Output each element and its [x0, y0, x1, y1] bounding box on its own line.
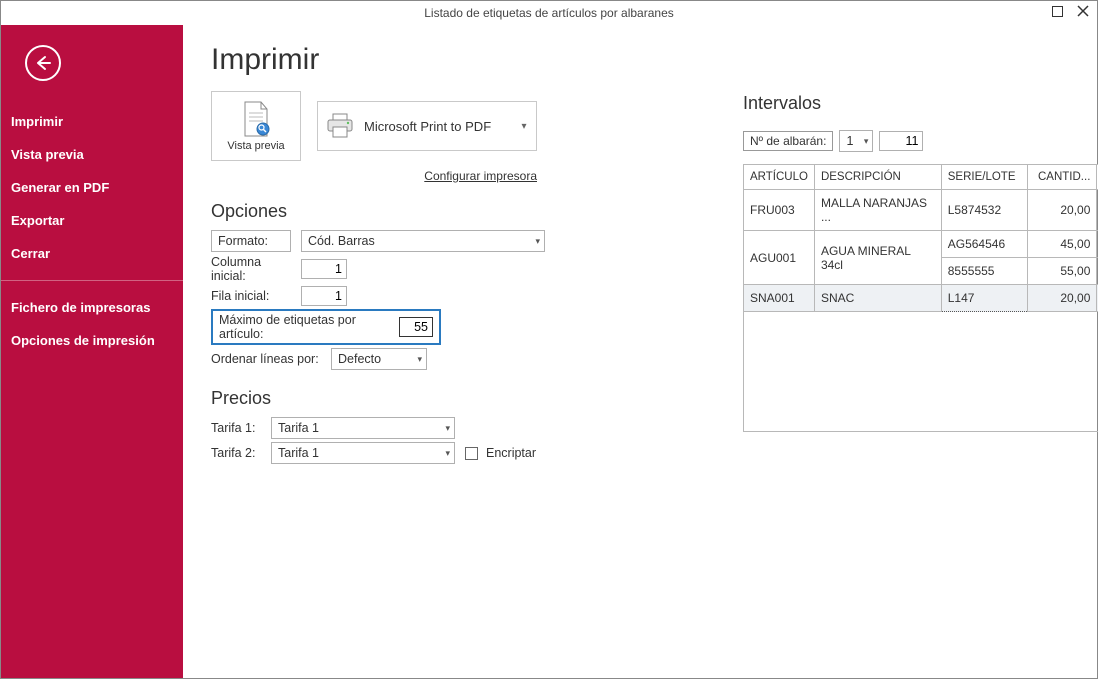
albaran-from-select[interactable]: 1 ▾: [839, 130, 873, 152]
formato-select[interactable]: Cód. Barras ▾: [301, 230, 545, 252]
cell-articulo: SNA001: [744, 285, 815, 312]
checkbox-empty-icon: [465, 447, 478, 460]
cell-serie: AG564546: [941, 231, 1027, 258]
back-button[interactable]: [25, 45, 61, 81]
sidebar-item-generar-pdf[interactable]: Generar en PDF: [1, 171, 183, 204]
cell-descripcion: MALLA NARANJAS ...: [814, 190, 941, 231]
cell-articulo: FRU003: [744, 190, 815, 231]
sidebar-item-imprimir[interactable]: Imprimir: [1, 105, 183, 138]
chevron-down-icon: ▾: [417, 354, 422, 365]
encriptar-checkbox[interactable]: Encriptar: [465, 446, 536, 460]
col-serie[interactable]: SERIE/LOTE: [941, 165, 1027, 190]
col-descripcion[interactable]: DESCRIPCIÓN: [814, 165, 941, 190]
formato-label-button[interactable]: Formato:: [211, 230, 291, 252]
max-etiquetas-input[interactable]: [399, 317, 433, 337]
chevron-down-icon: ▾: [864, 136, 869, 147]
table-row[interactable]: SNA001SNACL14720,0020: [744, 285, 1098, 312]
tarifa1-label: Tarifa 1:: [211, 421, 261, 435]
close-button[interactable]: [1075, 3, 1091, 19]
ordenar-select[interactable]: Defecto ▾: [331, 348, 427, 370]
col-articulo[interactable]: ARTÍCULO: [744, 165, 815, 190]
table-empty-area: [743, 312, 1098, 432]
cell-cantidad: 20,00: [1027, 285, 1097, 312]
titlebar: Listado de etiquetas de artículos por al…: [1, 1, 1097, 25]
tarifa2-select[interactable]: Tarifa 1 ▾: [271, 442, 455, 464]
chevron-down-icon: ▾: [445, 423, 450, 434]
sidebar-item-vista-previa[interactable]: Vista previa: [1, 138, 183, 171]
max-etiquetas-row: Máximo de etiquetas por artículo:: [211, 309, 441, 345]
configurar-impresora-link[interactable]: Configurar impresora: [211, 169, 537, 183]
sidebar-item-fichero-impresoras[interactable]: Fichero de impresoras: [1, 291, 183, 324]
cell-descripcion: SNAC: [814, 285, 941, 312]
tarifa1-select[interactable]: Tarifa 1 ▾: [271, 417, 455, 439]
maximize-button[interactable]: [1049, 3, 1065, 19]
sidebar-item-opciones-impresion[interactable]: Opciones de impresión: [1, 324, 183, 357]
intervalos-heading: Intervalos: [743, 93, 1098, 114]
table-row[interactable]: FRU003MALLA NARANJAS ...L587453220,0020: [744, 190, 1098, 231]
sidebar-separator: [1, 280, 183, 281]
printer-icon: [326, 113, 354, 139]
vista-previa-button[interactable]: Vista previa: [211, 91, 301, 161]
n-albaran-button[interactable]: Nº de albarán:: [743, 131, 833, 151]
cell-descripcion: AGUA MINERAL 34cl: [814, 231, 941, 285]
sidebar-item-exportar[interactable]: Exportar: [1, 204, 183, 237]
vista-previa-label: Vista previa: [227, 140, 284, 152]
albaran-to-input[interactable]: [879, 131, 923, 151]
fila-inicial-label: Fila inicial:: [211, 289, 291, 303]
cell-cantidad: 55,00: [1027, 258, 1097, 285]
columna-inicial-label: Columna inicial:: [211, 255, 291, 283]
cell-serie: L5874532: [941, 190, 1027, 231]
page-title: Imprimir: [211, 43, 1069, 77]
tarifa2-label: Tarifa 2:: [211, 446, 261, 460]
document-preview-icon: [241, 101, 271, 137]
max-etiquetas-label: Máximo de etiquetas por artículo:: [219, 313, 389, 341]
col-cantidad[interactable]: CANTID...: [1027, 165, 1097, 190]
sidebar: Imprimir Vista previa Generar en PDF Exp…: [1, 25, 183, 678]
window-title: Listado de etiquetas de artículos por al…: [424, 6, 674, 20]
chevron-down-icon: ▾: [535, 236, 540, 247]
fila-inicial-input[interactable]: [301, 286, 347, 306]
intervalos-table: ARTÍCULO DESCRIPCIÓN SERIE/LOTE CANTID..…: [743, 164, 1098, 312]
chevron-down-icon: ▾: [518, 102, 530, 150]
sidebar-item-cerrar[interactable]: Cerrar: [1, 237, 183, 270]
cell-articulo: AGU001: [744, 231, 815, 285]
columna-inicial-input[interactable]: [301, 259, 347, 279]
printer-select[interactable]: Microsoft Print to PDF ▾: [317, 101, 537, 151]
chevron-down-icon: ▾: [445, 448, 450, 459]
table-row[interactable]: AGU001AGUA MINERAL 34clAG56454645,0045: [744, 231, 1098, 258]
cell-cantidad: 45,00: [1027, 231, 1097, 258]
cell-serie: 8555555: [941, 258, 1027, 285]
printer-name: Microsoft Print to PDF: [364, 119, 491, 134]
cell-serie: L147: [941, 285, 1027, 312]
ordenar-label: Ordenar líneas por:: [211, 352, 321, 366]
cell-cantidad: 20,00: [1027, 190, 1097, 231]
